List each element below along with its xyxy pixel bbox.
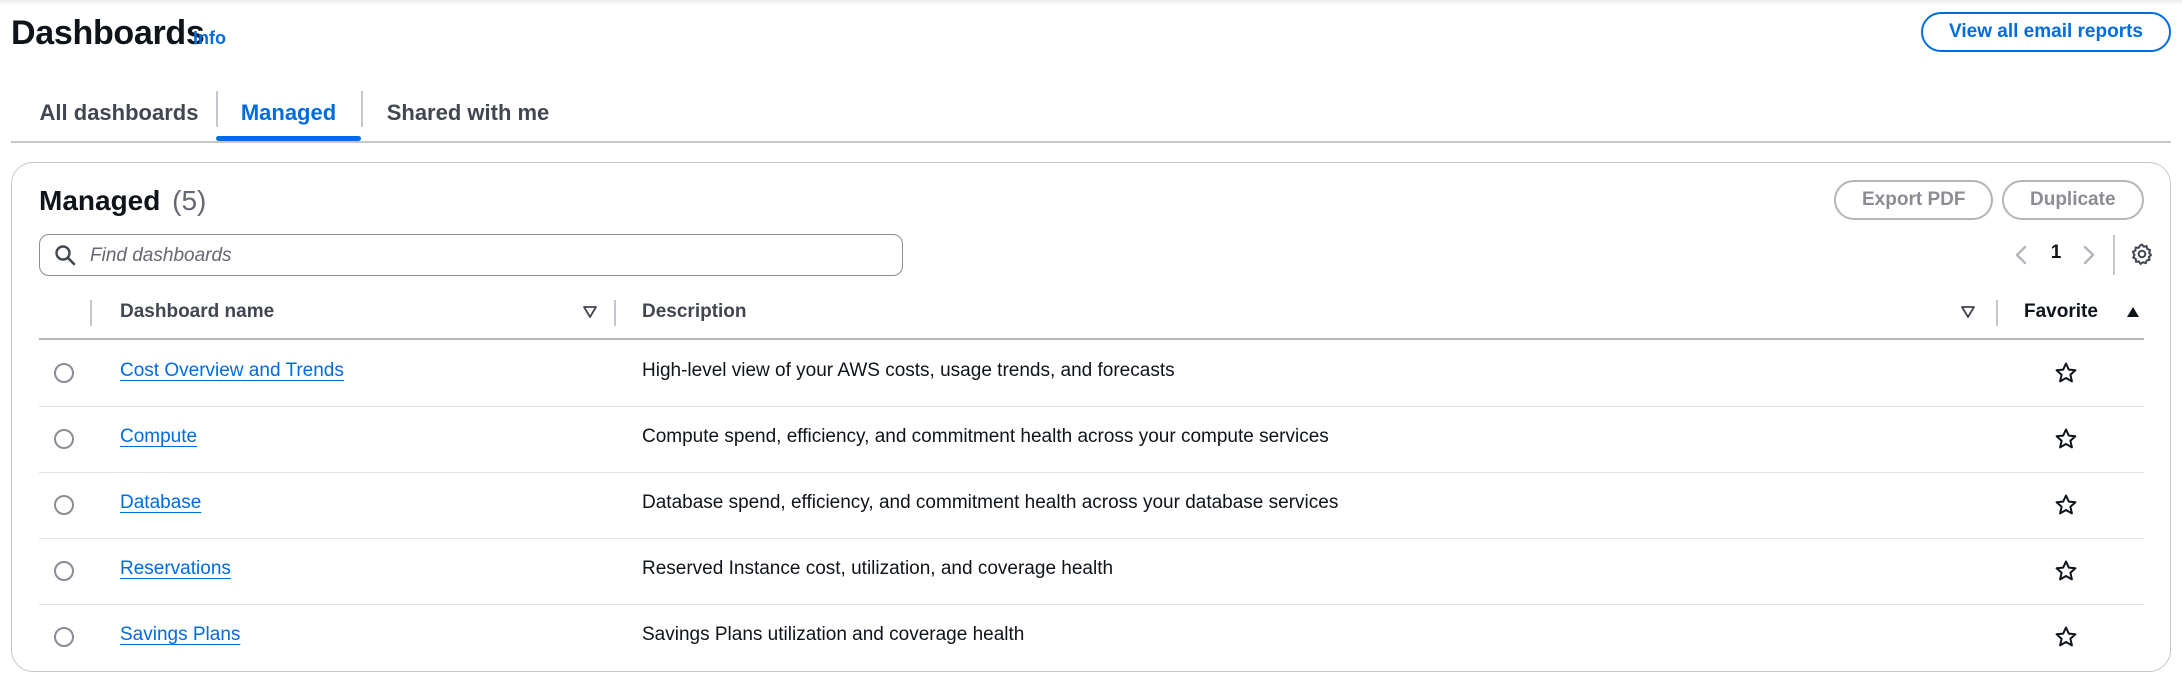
panel-title-text: Managed: [39, 185, 161, 216]
column-divider: [1996, 300, 1998, 326]
tab-bar: All dashboards Managed Shared with me: [11, 86, 2171, 143]
dashboard-name-link[interactable]: Cost Overview and Trends: [120, 360, 344, 382]
radio-icon[interactable]: [54, 561, 74, 581]
column-header-name[interactable]: Dashboard name: [120, 288, 274, 336]
dashboard-description: Compute spend, efficiency, and commitmen…: [642, 426, 1329, 447]
column-header-favorite[interactable]: Favorite: [2024, 288, 2098, 336]
dashboard-name-link[interactable]: Database: [120, 492, 201, 514]
table-row: Database Database spend, efficiency, and…: [39, 472, 2144, 539]
tab-managed[interactable]: Managed: [216, 86, 361, 141]
star-icon[interactable]: [2054, 361, 2078, 385]
tab-shared-with-me[interactable]: Shared with me: [373, 86, 563, 139]
radio-icon[interactable]: [54, 429, 74, 449]
table-row: Compute Compute spend, efficiency, and c…: [39, 406, 2144, 473]
page-title: Dashboards: [11, 14, 205, 52]
sort-icon[interactable]: [1960, 304, 1976, 320]
dashboard-name-link[interactable]: Compute: [120, 426, 197, 448]
gear-icon[interactable]: [2130, 242, 2154, 266]
star-icon[interactable]: [2054, 427, 2078, 451]
dashboard-name-link[interactable]: Savings Plans: [120, 624, 240, 646]
radio-icon[interactable]: [54, 495, 74, 515]
radio-icon[interactable]: [54, 363, 74, 383]
column-divider: [614, 300, 616, 326]
search-icon: [55, 245, 76, 266]
star-icon[interactable]: [2054, 559, 2078, 583]
dashboard-description: Database spend, efficiency, and commitme…: [642, 492, 1339, 513]
column-header-description[interactable]: Description: [642, 288, 747, 336]
dashboard-description: Savings Plans utilization and coverage h…: [642, 624, 1025, 645]
star-icon[interactable]: [2054, 493, 2078, 517]
search-box: [39, 234, 903, 276]
panel-title: Managed (5): [39, 185, 206, 217]
table-header: Dashboard name Description Favorite: [39, 288, 2144, 340]
dashboard-name-link[interactable]: Reservations: [120, 558, 231, 580]
panel-count: (5): [172, 185, 207, 216]
duplicate-button[interactable]: Duplicate: [2002, 180, 2144, 220]
dashboard-description: High-level view of your AWS costs, usage…: [642, 360, 1175, 381]
pagination-divider: [2113, 235, 2115, 275]
view-all-email-reports-button[interactable]: View all email reports: [1921, 12, 2171, 52]
tab-divider: [361, 91, 363, 127]
info-link[interactable]: Info: [193, 28, 226, 49]
page-number[interactable]: 1: [2044, 242, 2068, 264]
table-row: Reservations Reserved Instance cost, uti…: [39, 538, 2144, 605]
search-input[interactable]: [88, 235, 882, 276]
chevron-right-icon[interactable]: [2077, 243, 2099, 267]
dashboard-description: Reserved Instance cost, utilization, and…: [642, 558, 1114, 579]
managed-dashboards-panel: Managed (5) Export PDF Duplicate 1 Dashb…: [11, 162, 2171, 672]
tab-all-dashboards[interactable]: All dashboards: [11, 86, 227, 139]
radio-icon[interactable]: [54, 627, 74, 647]
star-icon[interactable]: [2054, 625, 2078, 649]
column-divider: [90, 300, 92, 326]
chevron-left-icon[interactable]: [2011, 243, 2033, 267]
top-shadow: [0, 0, 2182, 6]
table-row: Savings Plans Savings Plans utilization …: [39, 604, 2144, 670]
sort-icon[interactable]: [582, 304, 598, 320]
pagination: 1: [2000, 235, 2170, 275]
sort-ascending-icon[interactable]: [2125, 304, 2141, 320]
table-row: Cost Overview and Trends High-level view…: [39, 340, 2144, 407]
page-header: Dashboards Info View all email reports: [11, 8, 2171, 68]
export-pdf-button[interactable]: Export PDF: [1834, 180, 1994, 220]
